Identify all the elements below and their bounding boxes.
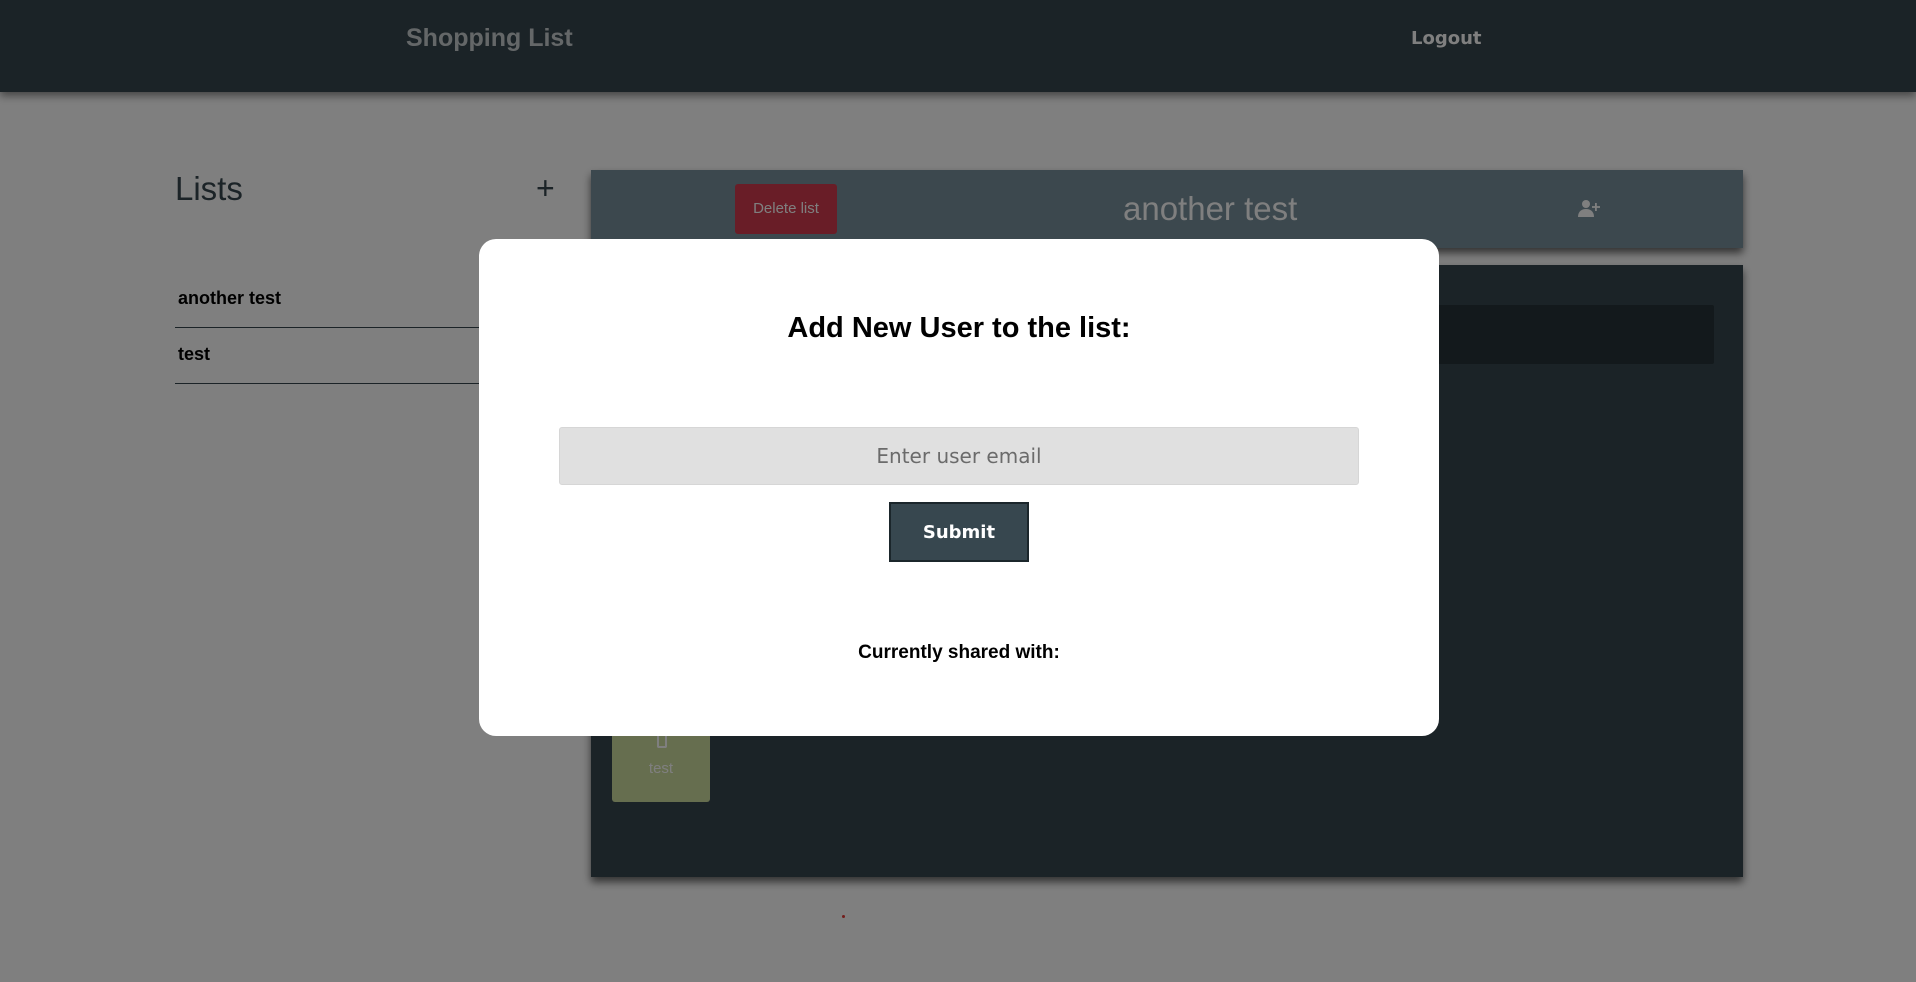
- shared-with-label: Currently shared with:: [858, 642, 1060, 663]
- email-input[interactable]: [559, 427, 1359, 485]
- modal-title: Add New User to the list:: [787, 312, 1131, 344]
- page: Shopping List Logout Lists + another tes…: [0, 0, 1916, 982]
- submit-button[interactable]: Submit: [889, 502, 1029, 562]
- add-user-modal: Add New User to the list: Submit Current…: [479, 239, 1439, 736]
